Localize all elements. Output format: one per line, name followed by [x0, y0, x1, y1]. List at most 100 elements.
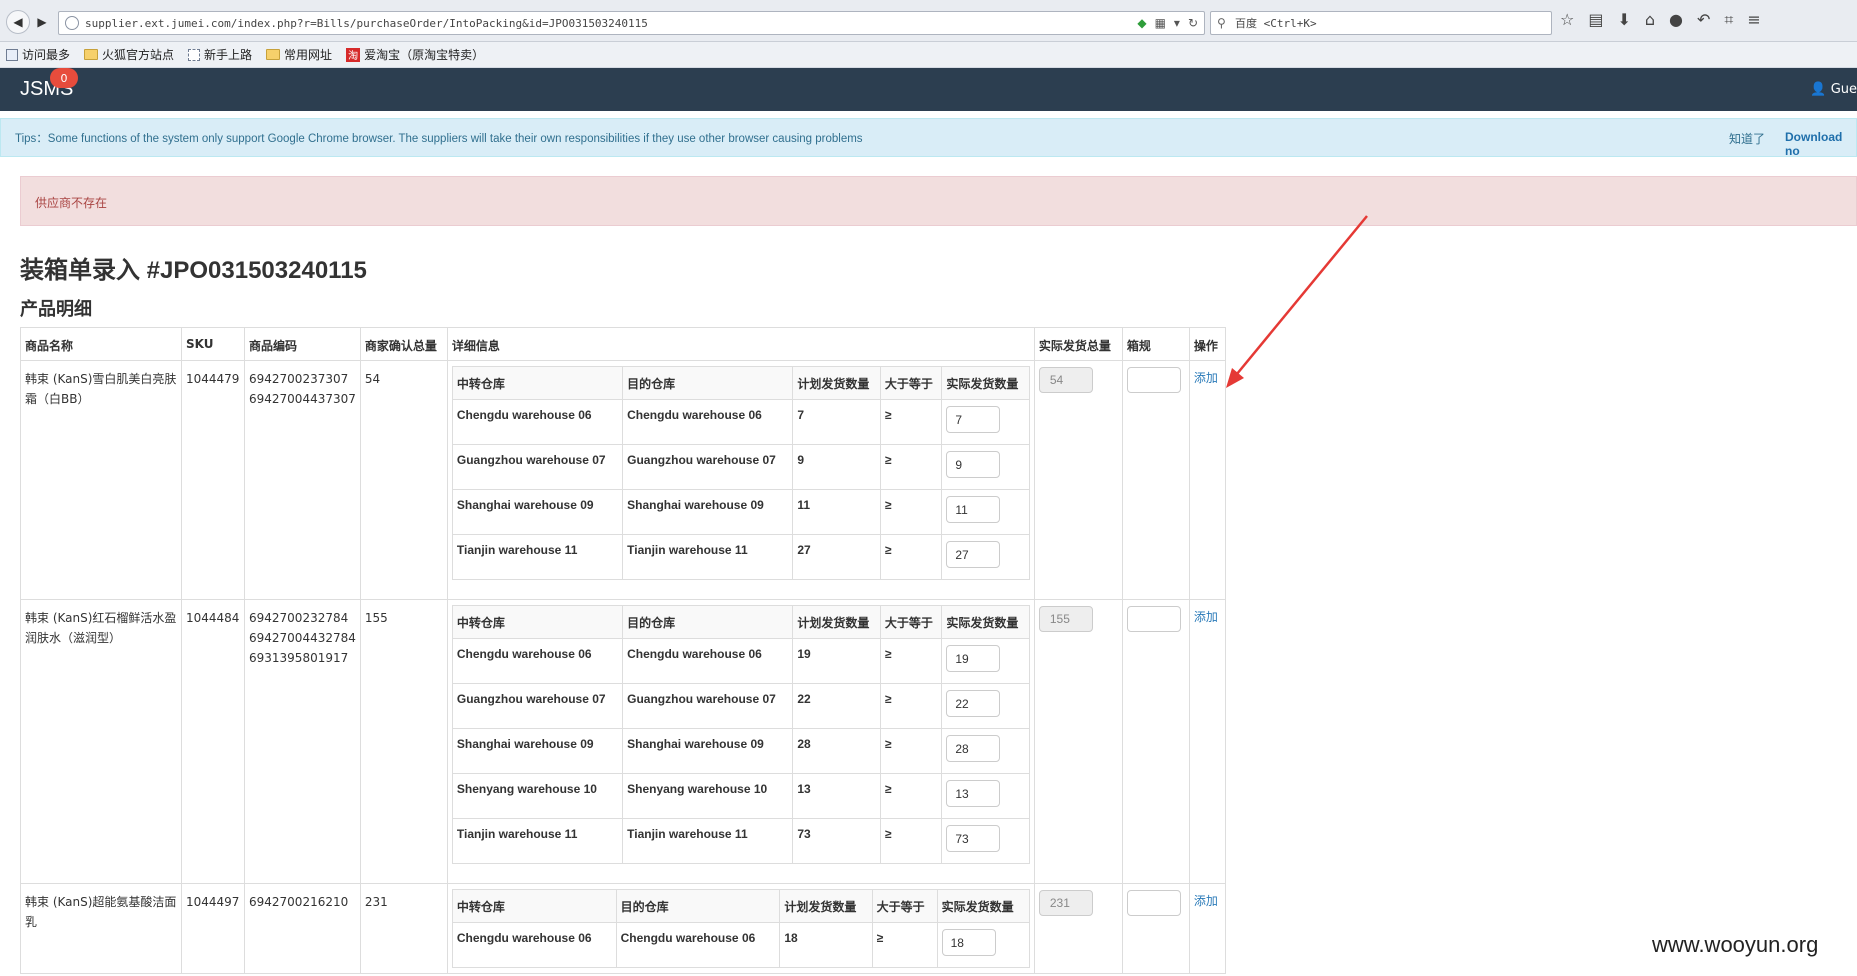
actual-qty-input[interactable]	[946, 406, 1001, 433]
planned-qty: 9	[792, 444, 881, 490]
detail-table: 中转仓库 目的仓库 计划发货数量 大于等于 实际发货数量 Chengdu war…	[451, 889, 1030, 968]
sub-col-ge: 大于等于	[879, 366, 943, 400]
home-icon[interactable]: ⌂	[1645, 10, 1655, 30]
product-name: 韩束 (KanS)超能氨基酸洁面乳	[25, 895, 177, 929]
detail-row: Chengdu warehouse 06 Chengdu warehouse 0…	[451, 399, 1030, 445]
undo-icon[interactable]: ↶	[1697, 10, 1710, 30]
user-menu[interactable]: 👤 Gue	[1810, 82, 1857, 97]
ge-symbol: ≥	[879, 638, 943, 684]
ge-symbol: ≥	[879, 489, 943, 535]
actual-total-input	[1038, 367, 1093, 393]
reload-icon[interactable]: ↻	[1188, 16, 1198, 30]
box-spec-input[interactable]	[1126, 367, 1181, 393]
dropdown-icon[interactable]: ▾	[1174, 16, 1180, 30]
destination-warehouse: Tianjin warehouse 11	[622, 534, 794, 580]
actual-qty-input[interactable]	[946, 735, 1001, 762]
add-link[interactable]: 添加	[1194, 369, 1218, 386]
sub-col-ge: 大于等于	[879, 605, 943, 639]
detail-row: Tianjin warehouse 11 Tianjin warehouse 1…	[451, 818, 1030, 864]
notification-badge[interactable]: 0	[50, 68, 78, 88]
ge-symbol: ≥	[879, 728, 943, 774]
sub-col-planned: 计划发货数量	[779, 889, 873, 923]
taobao-icon: 淘	[346, 47, 361, 62]
section-title: 产品明细	[20, 299, 92, 319]
add-link[interactable]: 添加	[1194, 892, 1218, 909]
planned-qty: 73	[792, 818, 881, 864]
sub-col-actual: 实际发货数量	[941, 366, 1030, 400]
page-icon	[188, 48, 201, 61]
star-icon[interactable]: ☆	[1560, 10, 1574, 30]
detail-table: 中转仓库 目的仓库 计划发货数量 大于等于 实际发货数量 Chengdu war…	[451, 605, 1030, 864]
actual-qty-input[interactable]	[941, 929, 996, 956]
transit-warehouse: Guangzhou warehouse 07	[451, 683, 624, 729]
actual-qty-input[interactable]	[946, 780, 1001, 807]
planned-qty: 22	[792, 683, 881, 729]
menu-icon[interactable]: ≡	[1747, 10, 1760, 30]
bookmark-common-sites[interactable]: 常用网址	[266, 46, 332, 63]
chat-icon[interactable]: ●	[1669, 10, 1683, 30]
transit-warehouse: Shanghai warehouse 09	[451, 489, 624, 535]
product-codes: 6942700237307 69427004437307	[249, 372, 356, 406]
table-header-row: 商品名称 SKU 商品编码 商家确认总量 详细信息 实际发货总量 箱规 操作	[20, 327, 1226, 361]
product-codes: 6942700232784 69427004432784 69313958019…	[249, 611, 356, 665]
sub-col-actual: 实际发货数量	[941, 605, 1030, 639]
product-sku: 1044497	[186, 895, 240, 909]
col-actual-total: 实际发货总量	[1033, 327, 1123, 361]
product-sku: 1044484	[186, 611, 240, 625]
table-row: 韩束 (KanS)超能氨基酸洁面乳 1044497 6942700216210 …	[20, 883, 1226, 974]
transit-warehouse: Shenyang warehouse 10	[451, 773, 624, 819]
planned-qty: 18	[779, 922, 873, 968]
confirmed-total: 231	[364, 895, 388, 909]
detail-row: Chengdu warehouse 06 Chengdu warehouse 0…	[451, 922, 1030, 968]
search-placeholder: 百度 <Ctrl+K>	[1235, 17, 1317, 30]
qr-code-icon[interactable]: ▦	[1155, 16, 1166, 30]
bookmark-getting-started[interactable]: 新手上路	[188, 46, 252, 63]
search-bar[interactable]: ⚲ 百度 <Ctrl+K>	[1210, 11, 1552, 35]
actual-qty-input[interactable]	[946, 451, 1001, 478]
actual-qty-input[interactable]	[946, 645, 1001, 672]
destination-warehouse: Chengdu warehouse 06	[615, 922, 781, 968]
app-header: JSMS 👤 Gue	[0, 68, 1857, 111]
destination-warehouse: Tianjin warehouse 11	[622, 818, 794, 864]
address-bar[interactable]: supplier.ext.jumei.com/index.php?r=Bills…	[58, 11, 1205, 35]
page-icon	[6, 48, 18, 61]
box-spec-input[interactable]	[1126, 890, 1181, 916]
tips-dismiss-link[interactable]: 知道了	[1729, 130, 1765, 147]
download-icon[interactable]: ⬇	[1617, 10, 1630, 30]
bookmark-most-visited[interactable]: 访问最多	[6, 46, 70, 63]
actual-qty-input[interactable]	[946, 541, 1001, 568]
actual-qty-input[interactable]	[946, 825, 1001, 852]
sub-col-transit: 中转仓库	[451, 366, 624, 400]
user-icon: 👤	[1810, 82, 1827, 97]
crop-icon[interactable]: ⌗	[1724, 10, 1733, 30]
actual-qty-input[interactable]	[946, 690, 1001, 717]
planned-qty: 13	[792, 773, 881, 819]
destination-warehouse: Shanghai warehouse 09	[622, 489, 794, 535]
error-alert: 供应商不存在	[20, 176, 1857, 226]
sub-col-destination: 目的仓库	[622, 366, 794, 400]
reader-icon[interactable]: ▤	[1588, 10, 1603, 30]
sub-col-ge: 大于等于	[871, 889, 938, 923]
watermark: www.wooyun.org	[1652, 932, 1819, 957]
box-spec-input[interactable]	[1126, 606, 1181, 632]
download-link[interactable]: Download no	[1785, 130, 1856, 158]
forward-button[interactable]: ▶	[32, 10, 52, 34]
detail-row: Shanghai warehouse 09 Shanghai warehouse…	[451, 728, 1030, 774]
add-link[interactable]: 添加	[1194, 608, 1218, 625]
back-button[interactable]: ◀	[6, 10, 30, 34]
col-confirmed-total: 商家确认总量	[359, 327, 448, 361]
transit-warehouse: Chengdu warehouse 06	[451, 399, 624, 445]
sub-col-actual: 实际发货数量	[936, 889, 1030, 923]
bookmark-firefox-site[interactable]: 火狐官方站点	[84, 46, 174, 63]
ge-symbol: ≥	[879, 444, 943, 490]
product-table: 商品名称 SKU 商品编码 商家确认总量 详细信息 实际发货总量 箱规 操作 韩…	[20, 327, 1226, 974]
transit-warehouse: Tianjin warehouse 11	[451, 534, 624, 580]
product-sku: 1044479	[186, 372, 240, 386]
sub-col-destination: 目的仓库	[622, 605, 794, 639]
actual-qty-input[interactable]	[946, 496, 1001, 523]
shield-icon[interactable]: ◆	[1137, 16, 1146, 30]
bookmark-aitaobao[interactable]: 淘爱淘宝（原淘宝特卖）	[346, 46, 484, 63]
detail-row: Shanghai warehouse 09 Shanghai warehouse…	[451, 489, 1030, 535]
folder-icon	[84, 49, 99, 60]
forward-arrow-icon: ▶	[37, 15, 47, 29]
